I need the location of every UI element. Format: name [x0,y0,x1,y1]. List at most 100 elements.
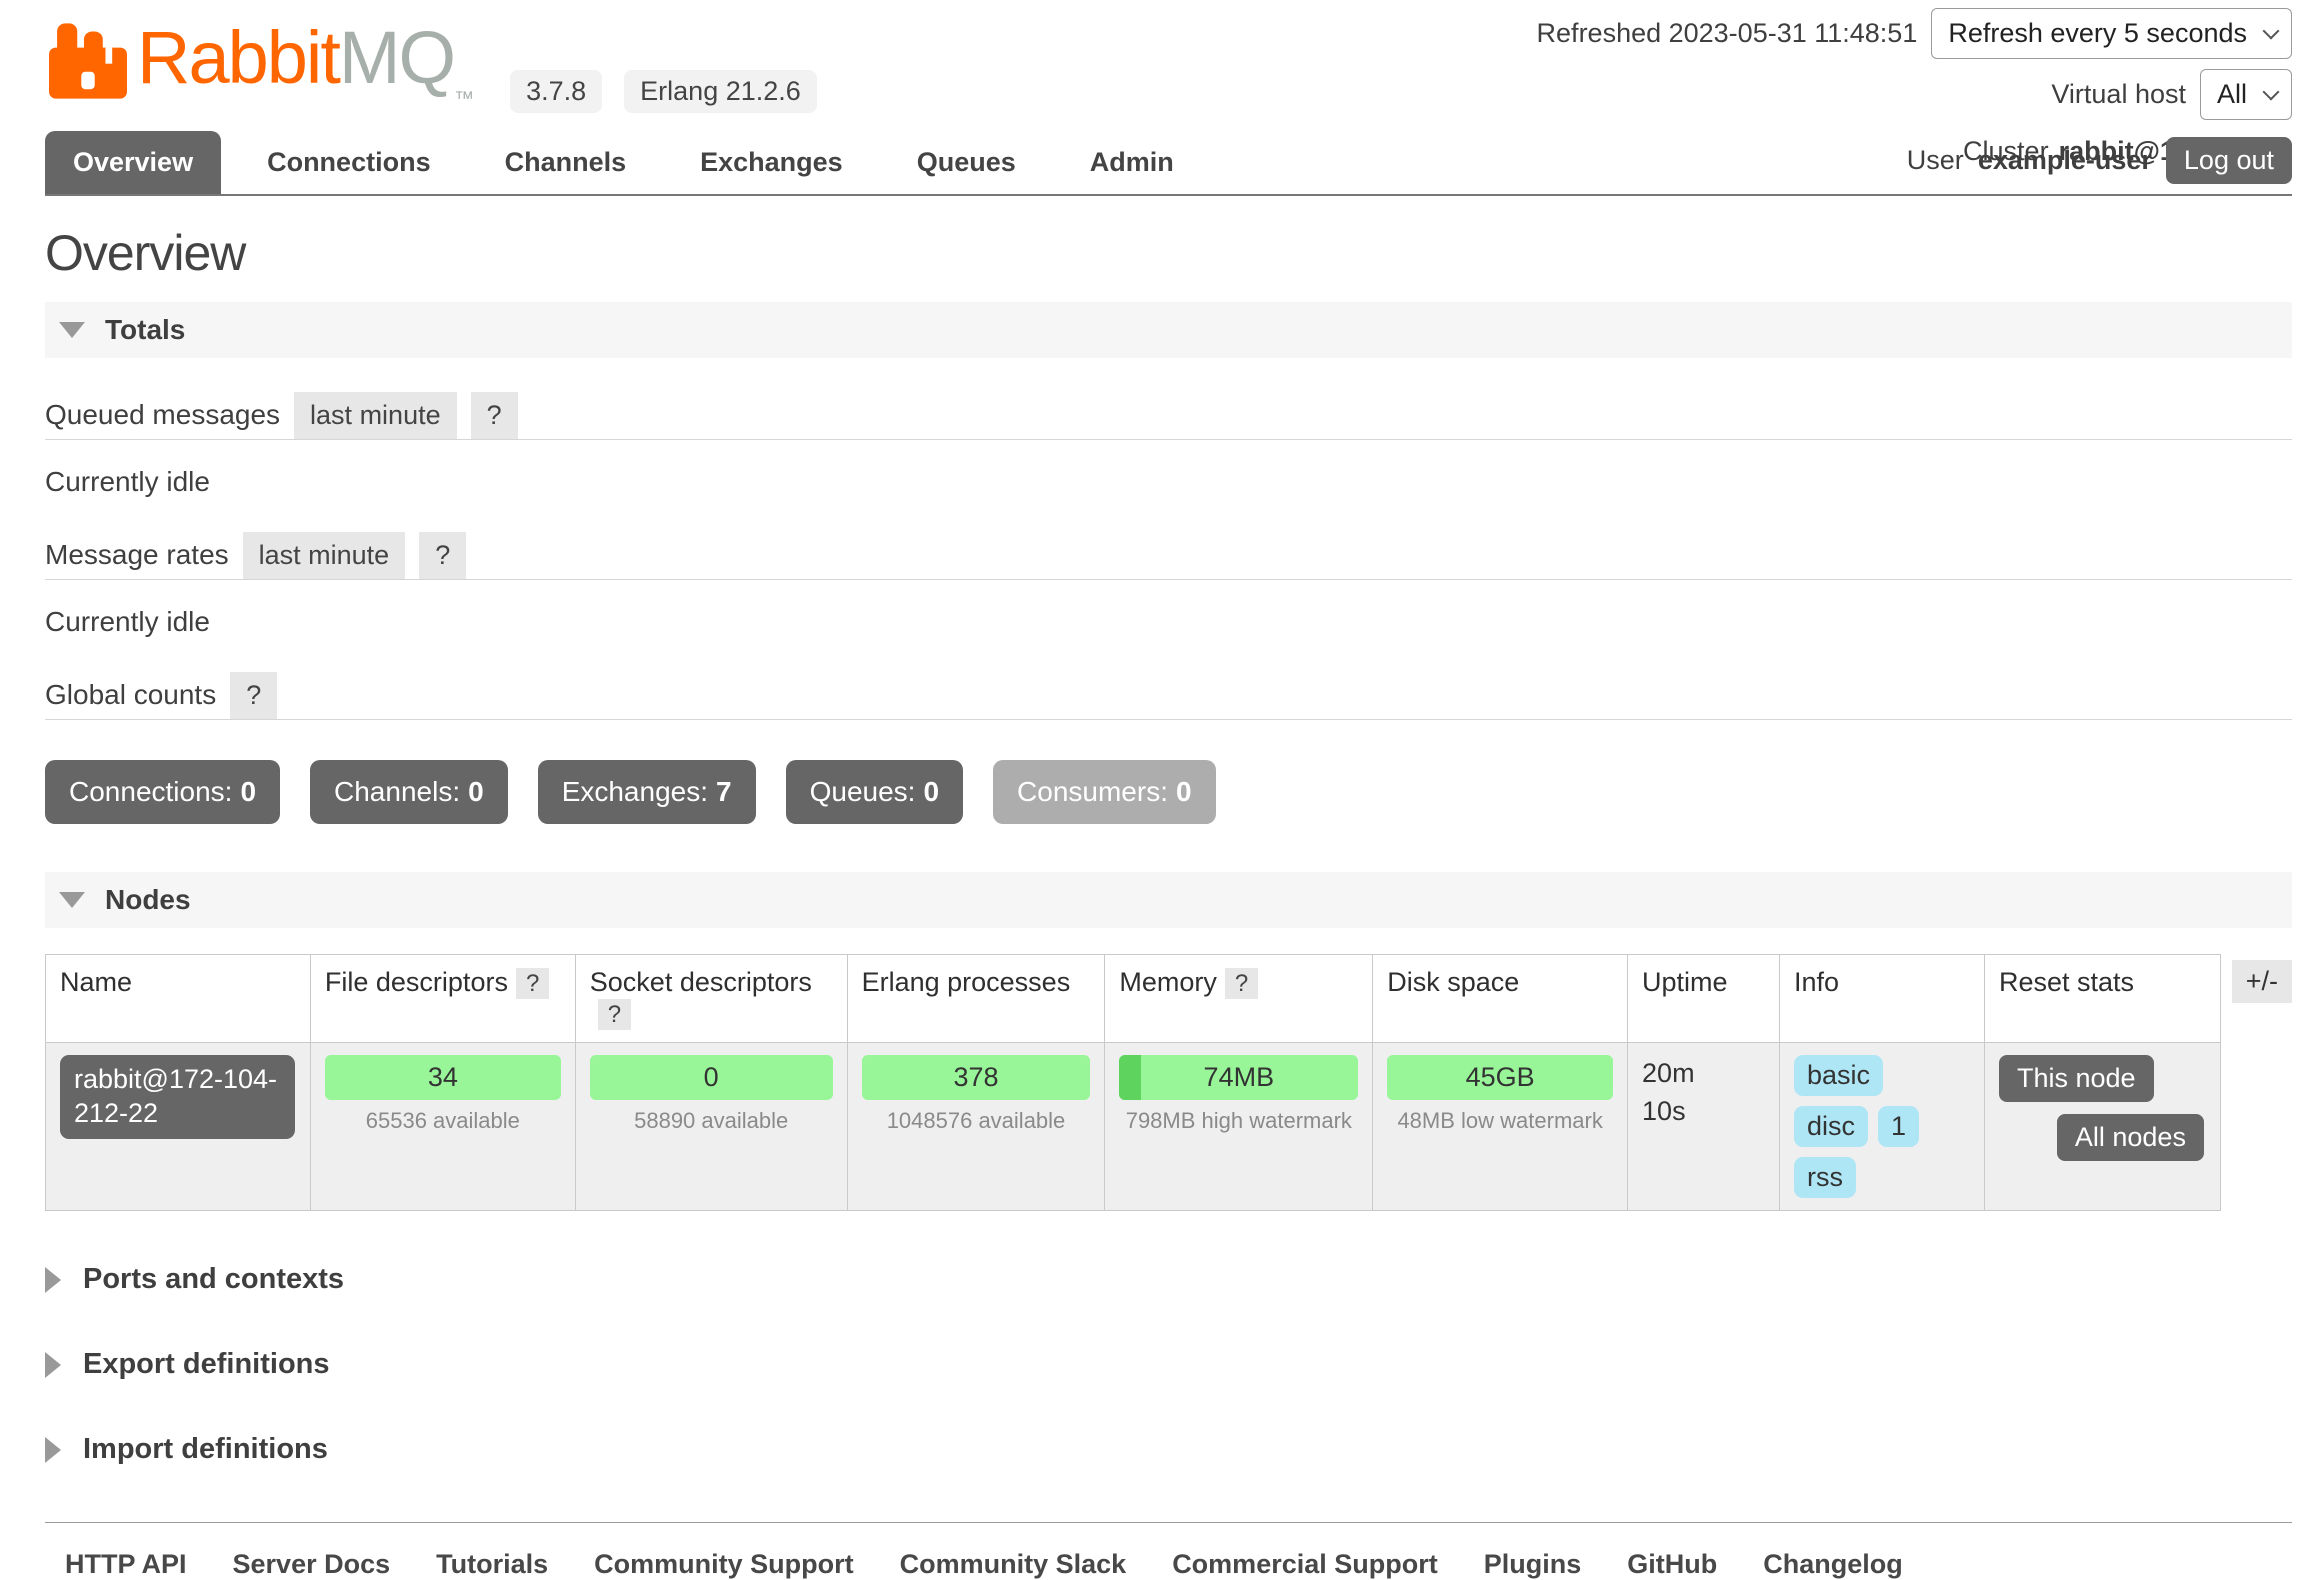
footer-link-commercial-support[interactable]: Commercial Support [1172,1549,1438,1580]
virtual-host-select[interactable]: All [2200,69,2292,120]
socket-descriptors-help-button[interactable]: ? [598,999,631,1030]
node-name-badge[interactable]: rabbit@172-104-212-22 [60,1055,295,1139]
memory-help-button[interactable]: ? [1225,968,1258,999]
file-descriptors-bar: 34 [325,1055,561,1100]
footer-link-plugins[interactable]: Plugins [1484,1549,1582,1580]
message-rates-label: Message rates [45,539,229,579]
global-counts-label: Global counts [45,679,216,719]
global-counts-help-button[interactable]: ? [230,672,277,719]
col-disk-space: Disk space [1373,955,1628,1043]
col-erlang-processes: Erlang processes [847,955,1105,1043]
memory-cell: 74MB 798MB high watermark [1105,1043,1373,1211]
uptime-value: 20m 10s [1642,1055,1722,1131]
queues-count-value: 0 [923,776,939,807]
memory-bar: 74MB [1119,1055,1358,1100]
nodes-section-header[interactable]: Nodes [45,872,2292,928]
virtual-host-label: Virtual host [2051,79,2186,110]
footer-link-http-api[interactable]: HTTP API [65,1549,187,1580]
erlang-processes-sub: 1048576 available [862,1108,1091,1134]
erlang-processes-value: 378 [953,1062,998,1092]
exchanges-count-label: Exchanges: [562,776,708,807]
col-file-descriptors: File descriptors? [310,955,575,1043]
expand-triangle-icon [45,1267,61,1293]
chevron-down-icon [2263,22,2280,39]
virtual-host-value: All [2217,79,2247,110]
nodes-section-title: Nodes [105,884,191,916]
export-definitions-section[interactable]: Export definitions [45,1348,2292,1381]
info-badge-disc: disc [1794,1106,1868,1147]
col-uptime: Uptime [1628,955,1780,1043]
logo-rabbit-text: Rabbit [137,16,339,99]
import-definitions-title: Import definitions [83,1433,328,1466]
col-socket-descriptors-label: Socket descriptors [590,967,812,997]
disk-space-sub: 48MB low watermark [1387,1108,1613,1134]
tab-overview[interactable]: Overview [45,131,221,194]
logout-button[interactable]: Log out [2166,137,2292,184]
reset-all-nodes-button[interactable]: All nodes [2057,1114,2204,1161]
file-descriptors-cell: 34 65536 available [310,1043,575,1211]
collapse-triangle-icon [59,892,85,908]
disk-space-bar: 45GB [1387,1055,1613,1100]
tab-exchanges[interactable]: Exchanges [672,131,871,194]
page-title: Overview [45,224,2292,282]
footer-link-github[interactable]: GitHub [1627,1549,1717,1580]
header: RabbitMQ™ 3.7.8 Erlang 21.2.6 Refreshed … [45,0,2292,113]
connections-count-label: Connections: [69,776,232,807]
version-badges: 3.7.8 Erlang 21.2.6 [510,70,817,113]
node-row: rabbit@172-104-212-22 34 65536 available… [46,1043,2221,1211]
queues-count-label: Queues: [810,776,916,807]
refresh-interval-select[interactable]: Refresh every 5 seconds [1931,8,2292,59]
nodes-table-wrap: +/- Name File descriptors? Socket descri… [45,954,2292,1211]
node-name-cell: rabbit@172-104-212-22 [46,1043,311,1211]
reset-stats-cell: This node All nodes [1984,1043,2220,1211]
file-descriptors-help-button[interactable]: ? [516,968,549,999]
tab-admin[interactable]: Admin [1062,131,1202,194]
rabbitmq-version-badge: 3.7.8 [510,70,602,113]
reset-this-node-button[interactable]: This node [1999,1055,2154,1102]
columns-toggle-button[interactable]: +/- [2232,960,2292,1003]
connections-count-button[interactable]: Connections:0 [45,760,280,824]
nodes-table: Name File descriptors? Socket descriptor… [45,954,2221,1211]
ports-and-contexts-section[interactable]: Ports and contexts [45,1263,2292,1296]
main-nav-tabbar: Overview Connections Channels Exchanges … [45,131,2292,196]
message-rates-help-button[interactable]: ? [419,532,466,579]
socket-descriptors-cell: 0 58890 available [575,1043,847,1211]
import-definitions-section[interactable]: Import definitions [45,1433,2292,1466]
file-descriptors-value: 34 [428,1062,458,1092]
message-rates-range-tab[interactable]: last minute [243,532,406,579]
erlang-version-badge: Erlang 21.2.6 [624,70,817,113]
memory-sub: 798MB high watermark [1119,1108,1358,1134]
memory-value: 74MB [1204,1062,1275,1092]
expand-triangle-icon [45,1437,61,1463]
exchanges-count-button[interactable]: Exchanges: 7 [538,760,756,824]
info-badge-1: 1 [1878,1106,1919,1147]
footer-link-changelog[interactable]: Changelog [1763,1549,1903,1580]
col-memory: Memory? [1105,955,1373,1043]
tab-queues[interactable]: Queues [889,131,1044,194]
refresh-interval-value: Refresh every 5 seconds [1948,18,2247,49]
user-label: User [1907,145,1964,176]
tab-connections[interactable]: Connections [239,131,459,194]
footer-link-community-slack[interactable]: Community Slack [900,1549,1127,1580]
rabbitmq-overview-page: RabbitMQ™ 3.7.8 Erlang 21.2.6 Refreshed … [0,0,2320,1580]
memory-used-fill [1119,1055,1140,1100]
totals-section-header[interactable]: Totals [45,302,2292,358]
footer-link-community-support[interactable]: Community Support [594,1549,853,1580]
queued-messages-label: Queued messages [45,399,280,439]
tab-channels[interactable]: Channels [477,131,655,194]
queues-count-button[interactable]: Queues:0 [786,760,963,824]
queued-messages-help-button[interactable]: ? [471,392,518,439]
consumers-count-button[interactable]: Consumers:0 [993,760,1216,824]
footer-link-server-docs[interactable]: Server Docs [233,1549,391,1580]
col-socket-descriptors: Socket descriptors ? [575,955,847,1043]
channels-count-button[interactable]: Channels:0 [310,760,508,824]
queued-messages-range-tab[interactable]: last minute [294,392,457,439]
col-info: Info [1779,955,1984,1043]
message-rates-header: Message rates last minute ? [45,532,2292,580]
file-descriptors-sub: 65536 available [325,1108,561,1134]
footer-link-tutorials[interactable]: Tutorials [436,1549,548,1580]
exchanges-count-value: 7 [716,776,732,807]
rabbitmq-logo[interactable]: RabbitMQ™ [45,18,472,111]
global-counters: Connections:0 Channels:0 Exchanges:7 Que… [45,760,2292,824]
socket-descriptors-sub: 58890 available [590,1108,833,1134]
